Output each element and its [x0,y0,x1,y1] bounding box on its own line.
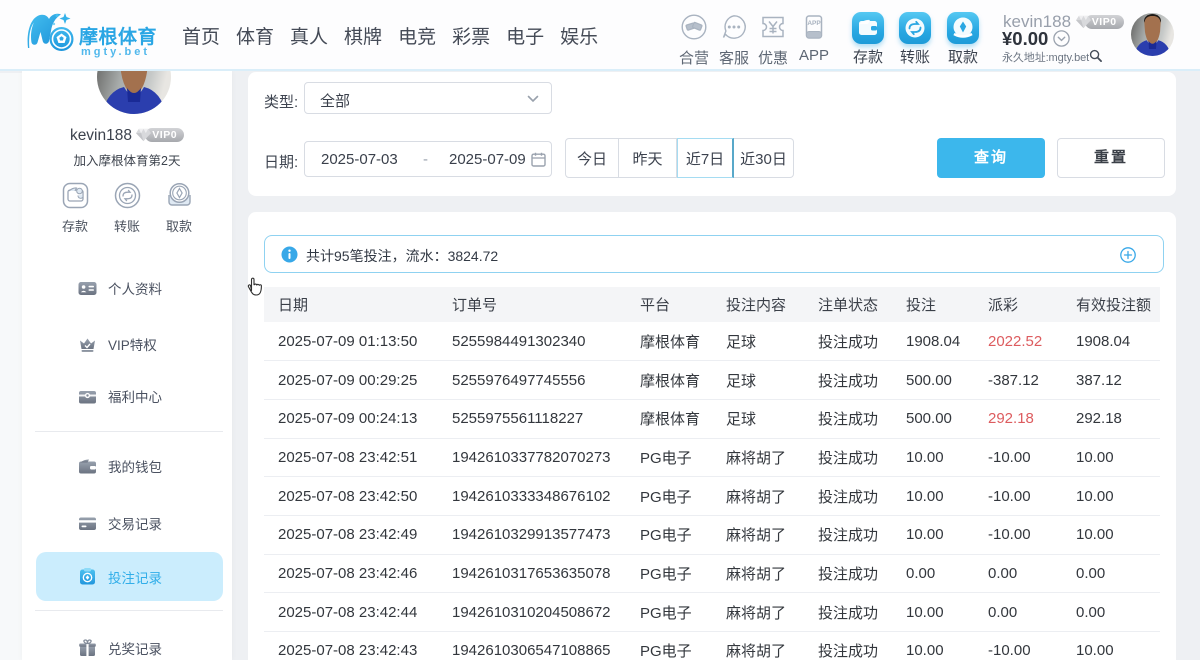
svg-text:APP: APP [807,20,821,27]
